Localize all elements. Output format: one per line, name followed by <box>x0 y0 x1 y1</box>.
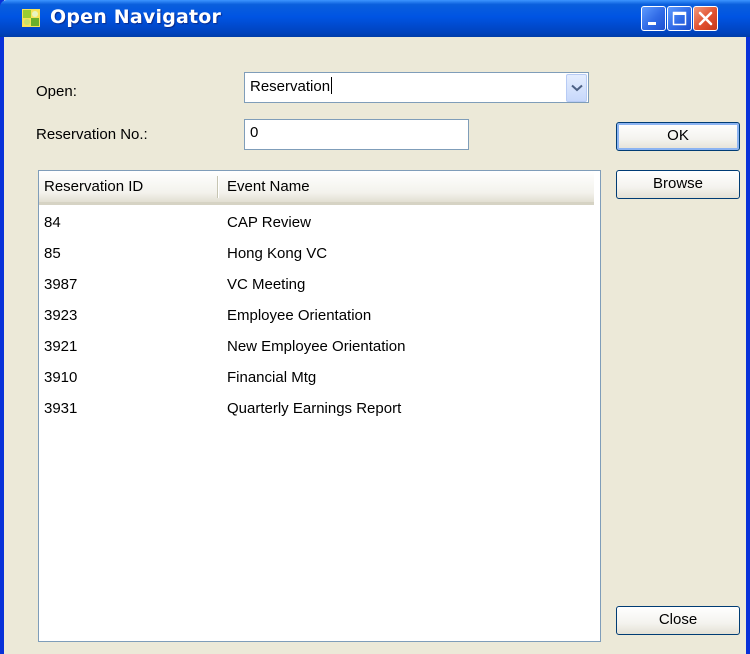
list-row[interactable]: 3921 New Employee Orientation <box>39 334 594 365</box>
event-name-cell: New Employee Orientation <box>227 338 406 355</box>
close-button[interactable]: Close <box>616 606 740 635</box>
open-type-value: Reservation <box>250 78 331 95</box>
reservation-list[interactable]: Reservation ID Event Name 84 CAP Review … <box>38 170 601 642</box>
reservation-no-label: Reservation No.: <box>36 126 148 143</box>
text-cursor <box>331 77 333 94</box>
reservation-id-cell: 3931 <box>44 400 78 417</box>
chevron-down-icon <box>571 84 583 92</box>
list-header: Reservation ID Event Name <box>39 171 594 205</box>
browse-button[interactable]: Browse <box>616 170 740 199</box>
reservation-id-cell: 3923 <box>44 307 78 324</box>
window-title: Open Navigator <box>50 6 222 28</box>
reservation-id-cell: 3910 <box>44 369 78 386</box>
minimize-icon <box>648 22 656 25</box>
column-header-event-name[interactable]: Event Name <box>227 178 310 195</box>
column-header-reservation-id[interactable]: Reservation ID <box>44 178 143 195</box>
maximize-button[interactable] <box>667 6 692 31</box>
list-row[interactable]: 3910 Financial Mtg <box>39 365 594 396</box>
column-separator[interactable] <box>217 176 219 198</box>
event-name-cell: CAP Review <box>227 214 311 231</box>
list-row[interactable]: 85 Hong Kong VC <box>39 241 594 272</box>
open-navigator-window: Open Navigator Open: Reservation Reserva… <box>0 0 750 654</box>
close-window-button[interactable] <box>693 6 718 31</box>
event-name-cell: Employee Orientation <box>227 307 372 324</box>
reservation-no-input[interactable]: 0 <box>244 119 469 150</box>
maximize-icon <box>672 11 687 26</box>
event-name-cell: VC Meeting <box>227 276 306 293</box>
minimize-button[interactable] <box>641 6 666 31</box>
navigator-app-icon <box>22 9 40 27</box>
list-row[interactable]: 84 CAP Review <box>39 210 594 241</box>
close-icon <box>698 11 713 26</box>
list-row[interactable]: 3923 Employee Orientation <box>39 303 594 334</box>
open-label: Open: <box>36 83 77 100</box>
event-name-cell: Hong Kong VC <box>227 245 328 262</box>
list-row[interactable]: 3987 VC Meeting <box>39 272 594 303</box>
ok-button[interactable]: OK <box>616 122 740 151</box>
title-bar[interactable]: Open Navigator <box>0 0 750 37</box>
reservation-id-cell: 3987 <box>44 276 78 293</box>
open-type-dropdown-button[interactable] <box>566 74 587 102</box>
reservation-id-cell: 85 <box>44 245 61 262</box>
reservation-id-cell: 84 <box>44 214 61 231</box>
list-row[interactable]: 3931 Quarterly Earnings Report <box>39 396 594 427</box>
reservation-id-cell: 3921 <box>44 338 78 355</box>
event-name-cell: Financial Mtg <box>227 369 317 386</box>
event-name-cell: Quarterly Earnings Report <box>227 400 402 417</box>
reservation-no-value: 0 <box>250 124 259 141</box>
open-type-select[interactable]: Reservation <box>244 72 589 103</box>
